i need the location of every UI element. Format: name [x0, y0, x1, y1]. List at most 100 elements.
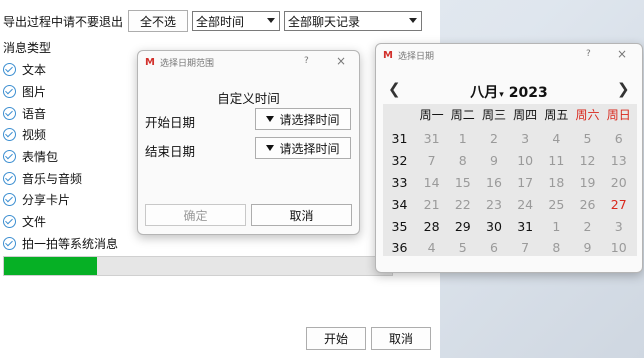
calendar-day[interactable]: 19: [572, 175, 603, 190]
calendar-day[interactable]: 23: [478, 197, 509, 212]
check-circle-icon[interactable]: [3, 106, 16, 120]
dropdown-triangle-icon: [266, 116, 275, 122]
month-select[interactable]: 八月: [470, 85, 498, 101]
calendar-day[interactable]: 1: [447, 131, 478, 146]
calendar-day[interactable]: 10: [603, 240, 634, 255]
calendar-day[interactable]: 29: [447, 219, 478, 234]
message-type-label: 图片: [22, 85, 47, 100]
calendar-day[interactable]: 30: [478, 219, 509, 234]
calendar-dialog: M 选择日期 ? × ❮ 八月▾ 2023 ❯ 周一 周二 周三 周四 周五 周六 周日 31…: [375, 43, 643, 273]
time-range-select[interactable]: 全部时间: [192, 11, 281, 31]
calendar-day[interactable]: 16: [478, 175, 509, 190]
calendar-day[interactable]: 4: [416, 240, 447, 255]
calendar-day[interactable]: 17: [510, 175, 541, 190]
calendar-week-row: 36 4 5 6 7 8 9 10: [383, 237, 634, 259]
start-date-picker-button[interactable]: 请选择时间: [255, 108, 351, 130]
chat-scope-select[interactable]: 全部聊天记录: [284, 11, 423, 31]
calendar-day[interactable]: 21: [416, 197, 447, 212]
week-number: 34: [391, 196, 408, 212]
check-circle-icon[interactable]: [3, 215, 16, 229]
calendar-day[interactable]: 6: [603, 131, 634, 146]
month-dropdown-icon: ▾: [499, 90, 504, 100]
help-button[interactable]: ?: [586, 49, 591, 59]
week-number: 31: [391, 131, 408, 147]
weekday-header: 周四: [513, 108, 538, 122]
calendar-day[interactable]: 31: [416, 131, 447, 146]
calendar-day[interactable]: 9: [572, 240, 603, 255]
message-type-item[interactable]: 语音: [3, 102, 118, 124]
calendar-week-row: 31 31 1 2 3 4 5 6: [383, 128, 634, 150]
message-type-label: 表情包: [22, 150, 59, 165]
calendar-day[interactable]: 6: [478, 240, 509, 255]
calendar-day[interactable]: 27: [603, 197, 634, 212]
message-type-item[interactable]: 文本: [3, 59, 118, 81]
chat-scope-select-value: 全部聊天记录: [288, 14, 361, 29]
message-type-item[interactable]: 视频: [3, 124, 118, 146]
calendar-day[interactable]: 2: [572, 219, 603, 234]
cancel-button[interactable]: 取消: [371, 327, 431, 350]
message-type-label: 分享卡片: [22, 193, 71, 208]
calendar-day[interactable]: 15: [447, 175, 478, 190]
calendar-day[interactable]: 31: [510, 219, 541, 234]
help-button[interactable]: ?: [304, 56, 309, 66]
calendar-day[interactable]: 25: [541, 197, 572, 212]
message-type-item[interactable]: 表情包: [3, 146, 118, 168]
next-month-arrow-icon[interactable]: ❯: [617, 80, 630, 98]
calendar-day[interactable]: 5: [572, 131, 603, 146]
year-select[interactable]: 2023: [509, 85, 548, 101]
calendar-day[interactable]: 8: [541, 240, 572, 255]
calendar-day[interactable]: 13: [603, 153, 634, 168]
message-type-item[interactable]: 分享卡片: [3, 189, 118, 211]
weekday-header: 周日: [606, 108, 631, 122]
message-type-label: 视频: [22, 128, 47, 143]
calendar-week-row: 33 14 15 16 17 18 19 20: [383, 172, 634, 194]
cancel-button[interactable]: 取消: [251, 204, 352, 226]
calendar-day[interactable]: 5: [447, 240, 478, 255]
calendar-day[interactable]: 2: [478, 131, 509, 146]
check-circle-icon[interactable]: [3, 193, 16, 207]
message-type-item[interactable]: 拍一拍等系统消息: [3, 233, 118, 255]
calendar-day[interactable]: 3: [603, 219, 634, 234]
message-type-item[interactable]: 图片: [3, 81, 118, 103]
calendar-day[interactable]: 24: [510, 197, 541, 212]
close-button[interactable]: ×: [336, 54, 346, 68]
calendar-day[interactable]: 3: [510, 131, 541, 146]
calendar-day[interactable]: 14: [416, 175, 447, 190]
calendar-day[interactable]: 12: [572, 153, 603, 168]
check-circle-icon[interactable]: [3, 128, 16, 142]
check-circle-icon[interactable]: [3, 171, 16, 185]
calendar-title: 选择日期: [397, 51, 434, 62]
close-button[interactable]: ×: [617, 47, 627, 61]
calendar-day[interactable]: 10: [510, 153, 541, 168]
calendar-day[interactable]: 18: [541, 175, 572, 190]
month-year-label: 八月▾ 2023: [376, 82, 642, 102]
calendar-day[interactable]: 7: [416, 153, 447, 168]
calendar-day[interactable]: 11: [541, 153, 572, 168]
calendar-day[interactable]: 4: [541, 131, 572, 146]
check-circle-icon[interactable]: [3, 85, 16, 99]
week-number: 33: [391, 174, 408, 190]
ok-button[interactable]: 确定: [145, 204, 246, 226]
calendar-day[interactable]: 20: [603, 175, 634, 190]
calendar-day[interactable]: 28: [416, 219, 447, 234]
calendar-day[interactable]: 26: [572, 197, 603, 212]
message-type-item[interactable]: 文件: [3, 211, 118, 233]
calendar-grid: 31 31 1 2 3 4 5 6 32 7 8 9 10 11 12 13 33 14 15 16 17 18 19 20 3…: [383, 128, 634, 259]
deselect-all-button[interactable]: 全不选: [128, 10, 189, 32]
weekday-header: 周一: [419, 108, 444, 122]
export-progress-fill: [4, 257, 98, 275]
check-circle-icon[interactable]: [3, 150, 16, 164]
check-circle-icon[interactable]: [3, 236, 16, 250]
calendar-day[interactable]: 8: [447, 153, 478, 168]
export-warning-text: 导出过程中请不要退出: [3, 14, 124, 29]
end-date-picker-button[interactable]: 请选择时间: [255, 137, 351, 159]
app-logo-icon: M: [145, 56, 155, 68]
calendar-day[interactable]: 7: [510, 240, 541, 255]
message-type-item[interactable]: 音乐与音频: [3, 167, 118, 189]
start-button[interactable]: 开始: [306, 327, 366, 350]
calendar-week-row: 35 28 29 30 31 1 2 3: [383, 215, 634, 237]
calendar-day[interactable]: 22: [447, 197, 478, 212]
check-circle-icon[interactable]: [3, 63, 16, 77]
calendar-day[interactable]: 1: [541, 219, 572, 234]
calendar-day[interactable]: 9: [478, 153, 509, 168]
